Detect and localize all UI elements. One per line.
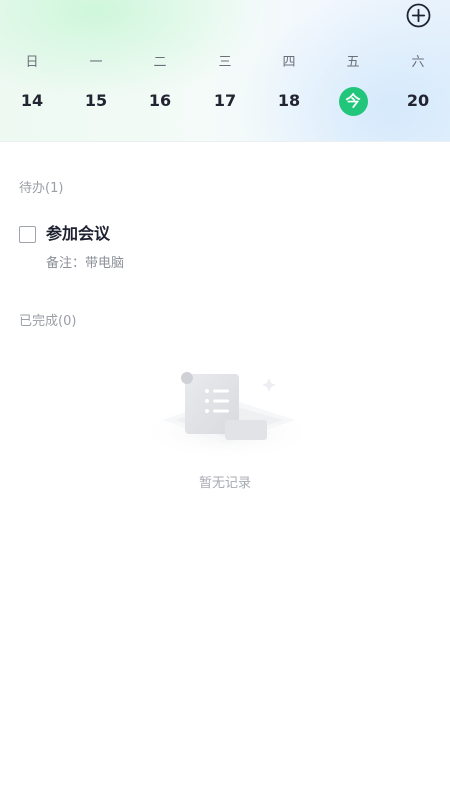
date-cell[interactable]: 14 bbox=[10, 88, 54, 114]
add-todo-button[interactable] bbox=[406, 3, 431, 28]
todo-note: 备注：带电脑 bbox=[46, 256, 125, 271]
calendar-todo-screen: 日 一 二 三 四 五 六 14 15 16 17 18 今 20 待办(1) … bbox=[0, 0, 450, 800]
plus-circle-icon bbox=[406, 3, 431, 28]
todo-section-title: 待办(1) bbox=[19, 181, 64, 196]
date-cell-today[interactable]: 今 bbox=[331, 87, 375, 116]
todo-item[interactable]: 参加会议 备注：带电脑 bbox=[0, 219, 450, 281]
weekday-label: 三 bbox=[218, 55, 232, 70]
weekday-label: 一 bbox=[89, 55, 103, 70]
weekday-label: 六 bbox=[411, 55, 425, 70]
today-badge: 今 bbox=[338, 87, 368, 116]
weekday-label: 二 bbox=[153, 55, 167, 70]
date-row: 14 15 16 17 18 今 20 bbox=[0, 87, 450, 116]
empty-state-text: 暂无记录 bbox=[198, 476, 251, 491]
date-cell[interactable]: 17 bbox=[203, 88, 247, 114]
date-cell[interactable]: 16 bbox=[138, 88, 182, 114]
empty-list-scroll-icon bbox=[135, 360, 325, 460]
done-section-title: 已完成(0) bbox=[19, 314, 77, 329]
date-cell[interactable]: 15 bbox=[74, 88, 118, 114]
weekday-row: 日 一 二 三 四 五 六 bbox=[0, 51, 450, 75]
weekday-label: 日 bbox=[25, 55, 39, 70]
todo-title: 参加会议 bbox=[46, 224, 111, 243]
weekday-label: 五 bbox=[346, 55, 360, 70]
week-header: 日 一 二 三 四 五 六 14 15 16 17 18 今 20 bbox=[0, 0, 450, 142]
weekday-label: 四 bbox=[282, 55, 296, 70]
date-cell[interactable]: 18 bbox=[267, 88, 311, 114]
todo-checkbox[interactable] bbox=[19, 226, 36, 243]
date-cell[interactable]: 20 bbox=[396, 88, 440, 114]
